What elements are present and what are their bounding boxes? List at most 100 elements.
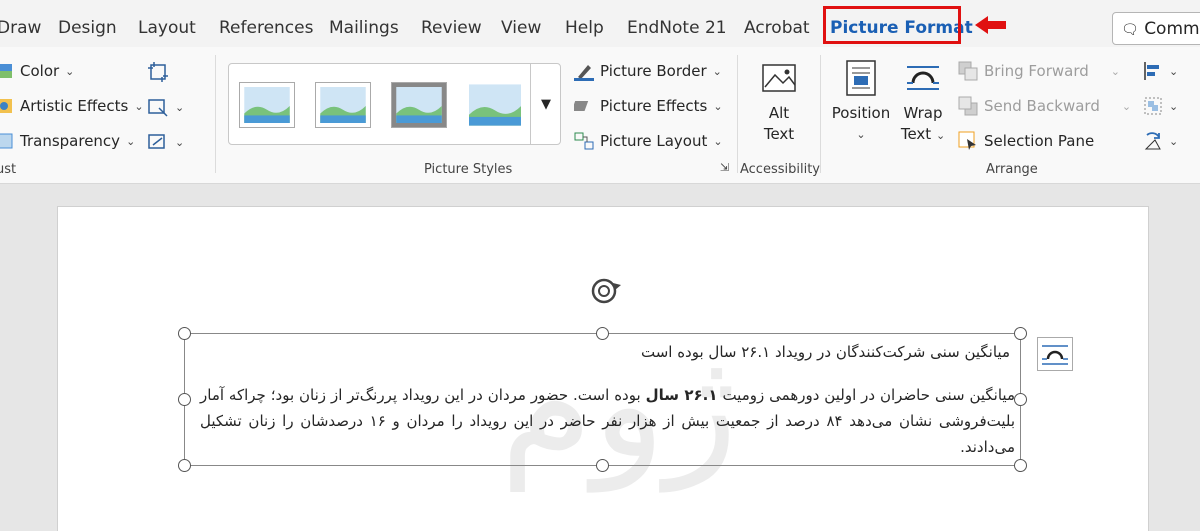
tab-acrobat[interactable]: Acrobat — [744, 18, 810, 38]
wrap-text-icon — [907, 66, 939, 90]
artistic-effects-label: Artistic Effects — [20, 97, 129, 115]
comment-icon: 🗨 — [1121, 22, 1139, 38]
alt-text-label-line2: Text — [763, 125, 795, 143]
tab-endnote[interactable]: EndNote 21 — [627, 18, 727, 38]
resize-handle[interactable] — [596, 459, 609, 472]
picture-style-thumb[interactable] — [467, 82, 523, 128]
tab-layout[interactable]: Layout — [138, 18, 196, 38]
tab-help[interactable]: Help — [565, 18, 604, 38]
reset-picture-icon — [148, 134, 165, 149]
send-backward-button[interactable]: Send Backward ⌄ — [958, 96, 1131, 116]
chevron-down-icon: ⌄ — [134, 99, 144, 113]
comments-button[interactable]: 🗨 Comme — [1112, 12, 1200, 45]
picture-styles-gallery[interactable]: ▼ — [228, 63, 561, 145]
more-chevron-icon: ▼ — [541, 96, 551, 112]
tab-view[interactable]: View — [501, 18, 541, 38]
picture-styles-group-label: Picture Styles — [424, 162, 513, 177]
position-label: Position — [831, 104, 891, 122]
alt-text-label-line1: Alt — [768, 104, 790, 122]
compress-pictures-icon[interactable] — [147, 61, 169, 83]
picture-style-thumb[interactable] — [391, 82, 447, 128]
selection-pane-button[interactable]: Selection Pane — [958, 131, 1094, 151]
transparency-icon — [0, 133, 13, 149]
resize-handle[interactable] — [1014, 459, 1027, 472]
rotate-objects-icon — [1144, 132, 1161, 150]
picture-style-thumb[interactable] — [315, 82, 371, 128]
wrap-text-button[interactable]: Wrap Text ⌄ — [898, 59, 948, 146]
picture-border-label: Picture Border — [600, 62, 707, 80]
chevron-down-icon: ⌄ — [1169, 99, 1179, 113]
resize-handle[interactable] — [178, 327, 191, 340]
picture-style-thumb[interactable] — [239, 82, 295, 128]
picture-effects-button[interactable]: Picture Effects ⌄ — [574, 96, 723, 116]
artistic-effects-button[interactable]: Artistic Effects ⌄ — [0, 96, 144, 116]
arrange-group-label: Arrange — [986, 162, 1038, 177]
position-button[interactable]: Position ⌄ — [830, 59, 892, 145]
change-picture-icon — [148, 99, 168, 117]
ribbon: Color ⌄ Artistic Effects ⌄ Transparency ⌄ ⌄… — [0, 47, 1200, 184]
chevron-down-icon: ⌄ — [126, 134, 136, 148]
chevron-down-icon: ⌄ — [175, 135, 185, 149]
bring-forward-button[interactable]: Bring Forward ⌄ — [958, 61, 1120, 81]
picture-layout-icon — [574, 132, 594, 150]
accessibility-group-label: Accessibility — [740, 162, 820, 177]
picture-effects-icon — [574, 101, 589, 111]
comments-label: Comme — [1144, 19, 1200, 39]
alt-text-button[interactable]: Alt Text — [754, 63, 804, 145]
layout-options-icon — [1042, 345, 1068, 365]
dialog-launcher-icon[interactable]: ⇲ — [720, 161, 729, 174]
picture-border-icon — [574, 65, 594, 81]
wrap-text-label-line1: Wrap — [903, 104, 943, 122]
chevron-down-icon: ⌄ — [1169, 64, 1179, 78]
rotate-handle-icon[interactable] — [589, 275, 625, 307]
selection-pane-icon — [958, 131, 976, 150]
chevron-down-icon: ⌄ — [713, 99, 723, 113]
tab-review[interactable]: Review — [421, 18, 482, 38]
color-button[interactable]: Color ⌄ — [0, 61, 74, 81]
tab-design[interactable]: Design — [58, 18, 117, 38]
red-arrow-icon — [975, 16, 1006, 34]
artistic-effects-icon — [0, 99, 12, 113]
chevron-down-icon: ⌄ — [712, 64, 722, 78]
tab-draw[interactable]: Draw — [0, 18, 41, 38]
reset-picture-button[interactable]: ⌄ — [147, 131, 184, 153]
layout-options-button[interactable] — [1037, 337, 1073, 371]
chevron-down-icon: ⌄ — [1110, 64, 1120, 78]
tab-highlight-box — [823, 6, 961, 44]
chevron-down-icon: ⌄ — [65, 64, 75, 78]
adjust-group-label: ust — [0, 162, 17, 177]
position-icon — [846, 60, 876, 96]
resize-handle[interactable] — [596, 327, 609, 340]
change-picture-button[interactable]: ⌄ — [147, 96, 184, 118]
bring-forward-icon — [958, 61, 978, 81]
paragraph-text: میانگین سنی حاضران در اولین دورهمی زومیت — [717, 386, 1015, 404]
group-separator — [820, 55, 821, 173]
chevron-down-icon: ⌄ — [856, 128, 866, 141]
resize-handle[interactable] — [1014, 327, 1027, 340]
picture-effects-label: Picture Effects — [600, 97, 708, 115]
chevron-down-icon: ⌄ — [713, 134, 723, 148]
tab-references[interactable]: References — [219, 18, 313, 38]
picture-layout-label: Picture Layout — [600, 132, 708, 150]
wrap-text-label-line2: Text ⌄ — [900, 125, 946, 143]
chevron-down-icon: ⌄ — [1121, 99, 1132, 113]
paragraph-bold-text: ۲۶.۱ سال — [645, 386, 718, 404]
send-backward-label: Send Backward — [984, 97, 1100, 115]
chevron-down-icon: ⌄ — [1169, 134, 1179, 148]
picture-border-button[interactable]: Picture Border ⌄ — [574, 61, 722, 81]
group-objects-button[interactable]: ⌄ — [1143, 96, 1178, 116]
group-objects-icon — [1144, 97, 1162, 115]
resize-handle[interactable] — [178, 393, 191, 406]
alt-text-icon — [762, 64, 796, 92]
transparency-label: Transparency — [20, 132, 121, 150]
tab-mailings[interactable]: Mailings — [329, 18, 399, 38]
resize-handle[interactable] — [1014, 393, 1027, 406]
picture-layout-button[interactable]: Picture Layout ⌄ — [574, 131, 723, 151]
resize-handle[interactable] — [178, 459, 191, 472]
styles-more-button[interactable]: ▼ — [530, 63, 561, 145]
document-paragraph: میانگین سنی حاضران در اولین دورهمی زومیت… — [200, 382, 1015, 460]
transparency-button[interactable]: Transparency ⌄ — [0, 131, 135, 151]
rotate-objects-button[interactable]: ⌄ — [1143, 131, 1178, 151]
align-button[interactable]: ⌄ — [1143, 61, 1178, 81]
chevron-down-icon: ⌄ — [175, 100, 185, 114]
